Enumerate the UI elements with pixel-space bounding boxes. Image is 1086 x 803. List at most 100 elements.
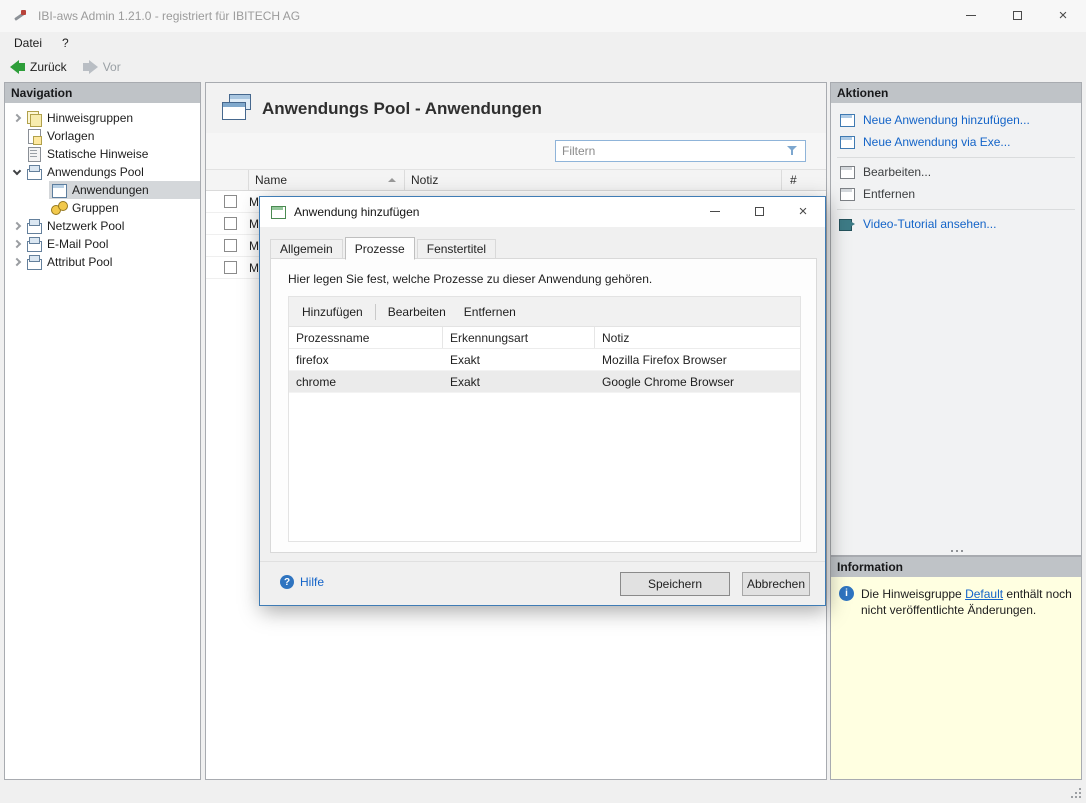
minimize-button[interactable] — [948, 0, 994, 31]
remove-process-button[interactable]: Entfernen — [455, 301, 525, 323]
row-name: M — [249, 217, 259, 231]
tab-fenstertitel[interactable]: Fenstertitel — [417, 239, 496, 259]
chevron-right-icon[interactable] — [9, 253, 24, 271]
dialog-footer: ? Hilfe Speichern Abbrechen — [260, 561, 825, 605]
minimize-icon — [710, 211, 720, 212]
nav-item-netzwerk-pool[interactable]: Netzwerk Pool — [5, 217, 200, 235]
help-label: Hilfe — [300, 575, 324, 589]
gears-icon — [51, 200, 67, 216]
row-checkbox[interactable] — [224, 239, 237, 252]
close-icon: × — [1059, 8, 1068, 23]
resize-grip[interactable] — [1071, 788, 1082, 799]
save-button[interactable]: Speichern — [620, 572, 730, 596]
chevron-right-icon[interactable] — [9, 235, 24, 253]
nav-item-hinweisgruppen[interactable]: Hinweisgruppen — [5, 109, 200, 127]
action-label: Bearbeiten... — [863, 165, 931, 179]
pool-icon — [26, 218, 42, 234]
menu-datei[interactable]: Datei — [4, 33, 52, 53]
template-icon — [26, 128, 42, 144]
nav-item-anwendungs-pool[interactable]: Anwendungs Pool — [5, 163, 200, 181]
chevron-right-icon[interactable] — [9, 109, 24, 127]
action-label: Entfernen — [863, 187, 915, 201]
edit-icon — [839, 164, 855, 180]
tab-prozesse[interactable]: Prozesse — [345, 237, 415, 260]
column-header-name[interactable]: Name — [249, 170, 405, 190]
edit-process-button[interactable]: Bearbeiten — [379, 301, 455, 323]
nav-item-attribut-pool[interactable]: Attribut Pool — [5, 253, 200, 271]
list-header: Name Notiz # — [206, 169, 826, 191]
filter-input[interactable] — [556, 144, 786, 158]
information-message: Die Hinweisgruppe Default enthält noch n… — [831, 577, 1081, 779]
process-toolbar: Hinzufügen Bearbeiten Entfernen — [289, 297, 800, 327]
process-list-widget: Hinzufügen Bearbeiten Entfernen Prozessn… — [288, 296, 801, 542]
tab-description: Hier legen Sie fest, welche Prozesse zu … — [288, 272, 652, 286]
action-label: Neue Anwendung via Exe... — [863, 135, 1010, 149]
navigation-tree: Hinweisgruppen Vorlagen Statische Hinwei… — [5, 103, 200, 271]
nav-item-label: Vorlagen — [47, 129, 98, 143]
nav-item-vorlagen[interactable]: Vorlagen — [5, 127, 200, 145]
static-notes-icon — [26, 146, 42, 162]
prozesse-tab-page: Hier legen Sie fest, welche Prozesse zu … — [270, 258, 817, 553]
maximize-button[interactable] — [994, 0, 1040, 31]
back-label: Zurück — [30, 60, 67, 74]
chevron-spacer — [9, 127, 24, 145]
filter-band — [206, 133, 826, 169]
panel-splitter[interactable] — [956, 550, 958, 552]
chevron-spacer — [9, 145, 24, 163]
sort-ascending-icon — [388, 178, 396, 182]
action-edit[interactable]: Bearbeiten... — [839, 161, 1077, 183]
row-name: M — [249, 195, 259, 209]
information-panel: Information i Die Hinweisgruppe Default … — [830, 556, 1082, 780]
process-note: Mozilla Firefox Browser — [595, 349, 800, 370]
dialog-controls: × — [693, 197, 825, 227]
menu-help[interactable]: ? — [52, 33, 79, 53]
dialog-minimize-button[interactable] — [693, 197, 737, 226]
process-row[interactable]: firefox Exakt Mozilla Firefox Browser — [289, 349, 800, 371]
nav-item-email-pool[interactable]: E-Mail Pool — [5, 235, 200, 253]
dialog-tab-strip: Allgemein Prozesse Fenstertitel — [270, 236, 498, 259]
dialog-icon — [270, 204, 286, 220]
column-header-erkennungsart[interactable]: Erkennungsart — [443, 327, 595, 348]
add-process-button[interactable]: Hinzufügen — [293, 301, 372, 323]
action-new-application-via-exe[interactable]: Neue Anwendung via Exe... — [839, 131, 1077, 153]
filter-funnel-icon[interactable] — [786, 145, 800, 157]
action-new-application[interactable]: Neue Anwendung hinzufügen... — [839, 109, 1077, 131]
action-remove[interactable]: Entfernen — [839, 183, 1077, 205]
nav-item-gruppen[interactable]: Gruppen — [5, 199, 200, 217]
row-checkbox[interactable] — [224, 261, 237, 274]
close-button[interactable]: × — [1040, 0, 1086, 31]
column-header-prozessname[interactable]: Prozessname — [289, 327, 443, 348]
column-header-notiz[interactable]: Notiz — [405, 170, 782, 190]
column-header-count[interactable]: # — [782, 170, 826, 190]
window-controls: × — [948, 0, 1086, 32]
chevron-down-icon[interactable] — [9, 163, 24, 181]
nav-item-label: Gruppen — [72, 201, 123, 215]
process-name: firefox — [289, 349, 443, 370]
nav-item-anwendungen[interactable]: Anwendungen — [5, 181, 200, 199]
forward-arrow-icon — [83, 60, 98, 74]
row-checkbox[interactable] — [224, 195, 237, 208]
mail-pool-icon — [26, 236, 42, 252]
help-icon: ? — [280, 575, 294, 589]
maximize-icon — [1013, 11, 1022, 20]
process-row[interactable]: chrome Exakt Google Chrome Browser — [289, 371, 800, 393]
chevron-right-icon[interactable] — [9, 217, 24, 235]
back-button[interactable]: Zurück — [10, 60, 67, 74]
column-header-notiz[interactable]: Notiz — [595, 327, 800, 348]
tab-allgemein[interactable]: Allgemein — [270, 239, 343, 259]
dialog-maximize-button[interactable] — [737, 197, 781, 226]
dialog-close-button[interactable]: × — [781, 197, 825, 226]
forward-button[interactable]: Vor — [83, 60, 121, 74]
attribute-pool-icon — [26, 254, 42, 270]
nav-item-statische-hinweise[interactable]: Statische Hinweise — [5, 145, 200, 163]
cancel-button[interactable]: Abbrechen — [742, 572, 810, 596]
help-link[interactable]: ? Hilfe — [280, 575, 324, 589]
action-video-tutorial[interactable]: Video-Tutorial ansehen... — [839, 213, 1077, 235]
menu-bar: Datei ? — [0, 32, 1086, 54]
process-name: chrome — [289, 371, 443, 392]
column-label-name: Name — [255, 173, 287, 187]
actions-divider — [837, 157, 1075, 158]
default-group-link[interactable]: Default — [965, 587, 1003, 601]
nav-item-label: Anwendungs Pool — [47, 165, 148, 179]
row-checkbox[interactable] — [224, 217, 237, 230]
